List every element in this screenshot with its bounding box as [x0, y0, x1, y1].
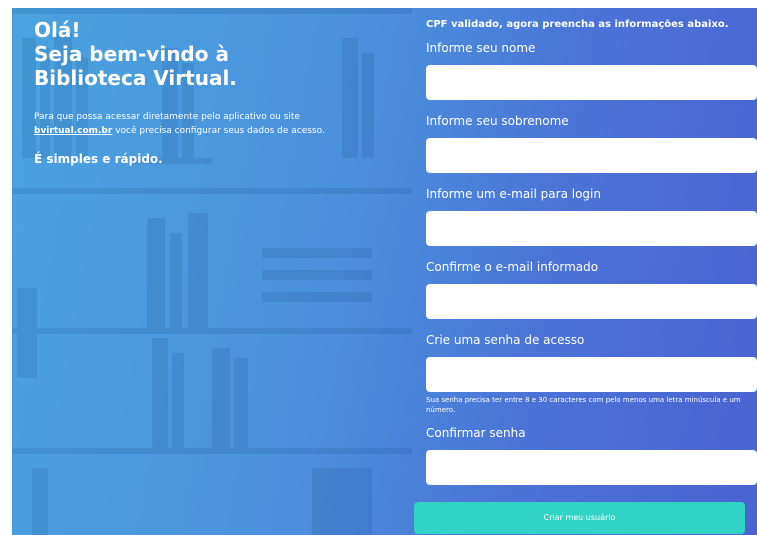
bvirtual-link[interactable]: bvirtual.com.br	[34, 126, 112, 136]
intro-text: Para que possa acessar diretamente pelo …	[34, 110, 364, 138]
password-label: Crie uma senha de acesso	[426, 333, 585, 347]
tagline: É simples e rápido.	[34, 152, 163, 166]
confirm-email-label: Confirme o e-mail informado	[426, 260, 599, 274]
confirm-email-input[interactable]	[426, 284, 757, 319]
greeting-line-3: Biblioteca Virtual.	[34, 66, 237, 90]
welcome-section: Olá! Seja bem-vindo à Biblioteca Virtual…	[34, 18, 364, 166]
first-name-input[interactable]	[426, 65, 757, 100]
validation-status: CPF validado, agora preencha as informaç…	[426, 19, 729, 30]
password-hint: Sua senha precisa ter entre 8 e 30 carac…	[426, 396, 741, 414]
password-input[interactable]	[426, 357, 757, 392]
email-input[interactable]	[426, 211, 757, 246]
confirm-password-input[interactable]	[426, 450, 757, 485]
intro-text-after: você precisa configurar seus dados de ac…	[112, 126, 325, 136]
greeting-line-1: Olá!	[34, 18, 81, 42]
intro-text-before: Para que possa acessar diretamente pelo …	[34, 112, 300, 122]
email-label: Informe um e-mail para login	[426, 187, 601, 201]
registration-form: CPF validado, agora preencha as informaç…	[426, 19, 757, 497]
first-name-label: Informe seu nome	[426, 41, 536, 55]
confirm-password-label: Confirmar senha	[426, 426, 526, 440]
last-name-label: Informe seu sobrenome	[426, 114, 569, 128]
welcome-heading: Olá! Seja bem-vindo à Biblioteca Virtual…	[34, 18, 364, 90]
greeting-line-2: Seja bem-vindo à	[34, 42, 229, 66]
registration-panel: Olá! Seja bem-vindo à Biblioteca Virtual…	[12, 8, 757, 535]
last-name-input[interactable]	[426, 138, 757, 173]
create-user-button[interactable]: Criar meu usuário	[414, 502, 745, 534]
